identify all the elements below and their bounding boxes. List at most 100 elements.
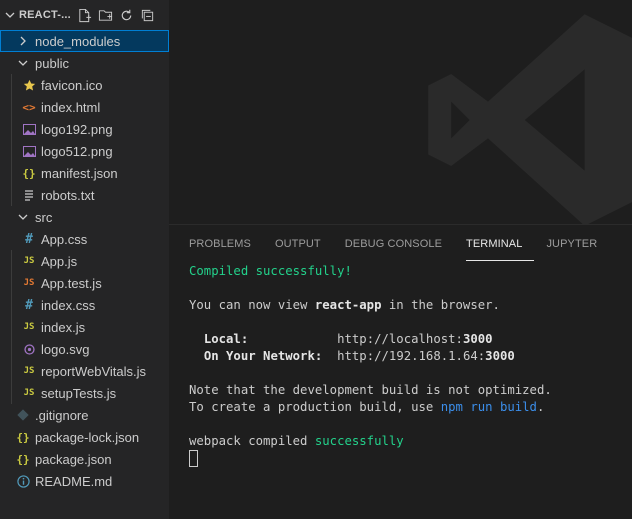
terminal-local-label: Local: xyxy=(203,332,249,346)
tree-file-setup-tests[interactable]: JS setupTests.js xyxy=(0,382,169,404)
info-icon xyxy=(15,473,31,489)
network-url-prefix: http://192.168.1.64: xyxy=(337,349,486,363)
indent-guide xyxy=(11,250,12,404)
tree-item-label: index.css xyxy=(41,297,96,313)
js-icon: JS xyxy=(23,256,35,266)
js-icon: JS xyxy=(23,366,35,376)
tree-folder-public[interactable]: public xyxy=(0,52,169,74)
terminal-prod-suffix: . xyxy=(536,400,545,414)
terminal-compiled-line: Compiled successfully! xyxy=(189,264,352,278)
tab-problems[interactable]: PROBLEMS xyxy=(189,225,263,261)
tree-item-label: setupTests.js xyxy=(41,385,117,401)
tree-item-label: logo192.png xyxy=(41,121,113,137)
tree-file-index-js[interactable]: JS index.js xyxy=(0,316,169,338)
tab-output[interactable]: OUTPUT xyxy=(275,225,333,261)
terminal-network-label: On Your Network: xyxy=(203,349,323,363)
terminal-note-line: Note that the development build is not o… xyxy=(189,383,552,397)
tree-item-label: src xyxy=(35,209,53,225)
css-icon: # xyxy=(25,231,33,247)
workspace-title[interactable]: REACT-... xyxy=(19,9,71,21)
tree-file-app-css[interactable]: # App.css xyxy=(0,228,169,250)
html-icon: <> xyxy=(22,100,36,114)
svg-icon xyxy=(21,341,37,357)
new-file-icon[interactable] xyxy=(76,7,93,24)
chevron-down-icon xyxy=(15,209,31,225)
terminal-prod-prefix: To create a production build, use xyxy=(189,400,441,414)
terminal-cursor xyxy=(189,450,198,467)
local-url-prefix: http://localhost: xyxy=(337,332,463,346)
git-icon xyxy=(15,407,31,423)
vscode-logo-watermark xyxy=(428,14,632,224)
tree-file-package-lock[interactable]: {} package-lock.json xyxy=(0,426,169,448)
tree-item-label: public xyxy=(35,55,69,71)
tree-file-logo512[interactable]: logo512.png xyxy=(0,140,169,162)
tab-terminal[interactable]: TERMINAL xyxy=(466,225,535,261)
tree-item-label: logo512.png xyxy=(41,143,113,159)
json-icon: {} xyxy=(16,430,30,444)
tree-item-label: package.json xyxy=(35,451,112,467)
explorer-header: REACT-... xyxy=(0,0,169,30)
json-icon: {} xyxy=(16,452,30,466)
tree-item-label: logo.svg xyxy=(41,341,90,357)
tree-file-manifest[interactable]: {} manifest.json xyxy=(0,162,169,184)
tree-item-label: index.js xyxy=(41,319,86,335)
tab-debug-console[interactable]: DEBUG CONSOLE xyxy=(345,225,454,261)
tree-file-package-json[interactable]: {} package.json xyxy=(0,448,169,470)
star-icon xyxy=(21,77,37,93)
tree-folder-src[interactable]: src xyxy=(0,206,169,228)
collapse-all-icon[interactable] xyxy=(139,7,156,24)
terminal-app-name: react-app xyxy=(314,298,382,312)
terminal-view-suffix: in the browser. xyxy=(381,298,500,312)
tree-file-logo192[interactable]: logo192.png xyxy=(0,118,169,140)
tree-item-label: favicon.ico xyxy=(41,77,103,93)
tree-item-label: package-lock.json xyxy=(35,429,140,445)
network-port: 3000 xyxy=(485,349,515,363)
bottom-panel: PROBLEMS OUTPUT DEBUG CONSOLE TERMINAL J… xyxy=(169,224,632,519)
explorer-sidebar: REACT-... node_modules public favicon.ic… xyxy=(0,0,169,519)
text-file-icon xyxy=(21,187,37,203)
tree-file-gitignore[interactable]: .gitignore xyxy=(0,404,169,426)
tree-item-label: README.md xyxy=(35,473,113,489)
tree-item-label: manifest.json xyxy=(41,165,118,181)
tree-file-robots[interactable]: robots.txt xyxy=(0,184,169,206)
tree-folder-node-modules[interactable]: node_modules xyxy=(0,30,169,52)
tree-file-readme[interactable]: README.md xyxy=(0,470,169,492)
image-icon xyxy=(21,121,37,137)
tree-file-favicon[interactable]: favicon.ico xyxy=(0,74,169,96)
json-icon: {} xyxy=(22,166,36,180)
terminal-view-prefix: You can now view xyxy=(189,298,315,312)
js-icon: JS xyxy=(23,278,35,288)
new-folder-icon[interactable] xyxy=(97,7,114,24)
css-icon: # xyxy=(25,297,33,313)
chevron-down-icon xyxy=(15,55,31,71)
chevron-right-icon xyxy=(15,33,31,49)
tree-file-app-test-js[interactable]: JS App.test.js xyxy=(0,272,169,294)
terminal-webpack-prefix: webpack compiled xyxy=(189,434,315,448)
terminal-npm-command: npm run build xyxy=(440,400,537,414)
tree-file-index-css[interactable]: # index.css xyxy=(0,294,169,316)
tree-file-report-web-vitals[interactable]: JS reportWebVitals.js xyxy=(0,360,169,382)
chevron-down-icon[interactable] xyxy=(4,9,16,21)
tab-jupyter[interactable]: JUPYTER xyxy=(546,225,609,261)
tree-item-label: index.html xyxy=(41,99,101,115)
tree-item-label: robots.txt xyxy=(41,187,95,203)
tree-item-label: App.test.js xyxy=(41,275,102,291)
tree-item-label: reportWebVitals.js xyxy=(41,363,147,379)
terminal-network-url[interactable]: http://192.168.1.64:3000 xyxy=(337,349,515,363)
tree-item-label: node_modules xyxy=(35,33,121,49)
js-icon: JS xyxy=(23,388,35,398)
editor-area xyxy=(169,0,632,224)
terminal-local-url[interactable]: http://localhost:3000 xyxy=(337,332,492,346)
image-icon xyxy=(21,143,37,159)
tree-file-logo-svg[interactable]: logo.svg xyxy=(0,338,169,360)
tree-item-label: .gitignore xyxy=(35,407,89,423)
panel-tabs: PROBLEMS OUTPUT DEBUG CONSOLE TERMINAL J… xyxy=(169,225,632,261)
tree-file-index-html[interactable]: <> index.html xyxy=(0,96,169,118)
tree-file-app-js[interactable]: JS App.js xyxy=(0,250,169,272)
indent-guide xyxy=(11,74,12,206)
local-port: 3000 xyxy=(462,332,493,346)
js-icon: JS xyxy=(23,322,35,332)
refresh-icon[interactable] xyxy=(118,7,135,24)
tree-item-label: App.js xyxy=(41,253,78,269)
terminal-output[interactable]: Compiled successfully! You can now view … xyxy=(189,263,552,469)
